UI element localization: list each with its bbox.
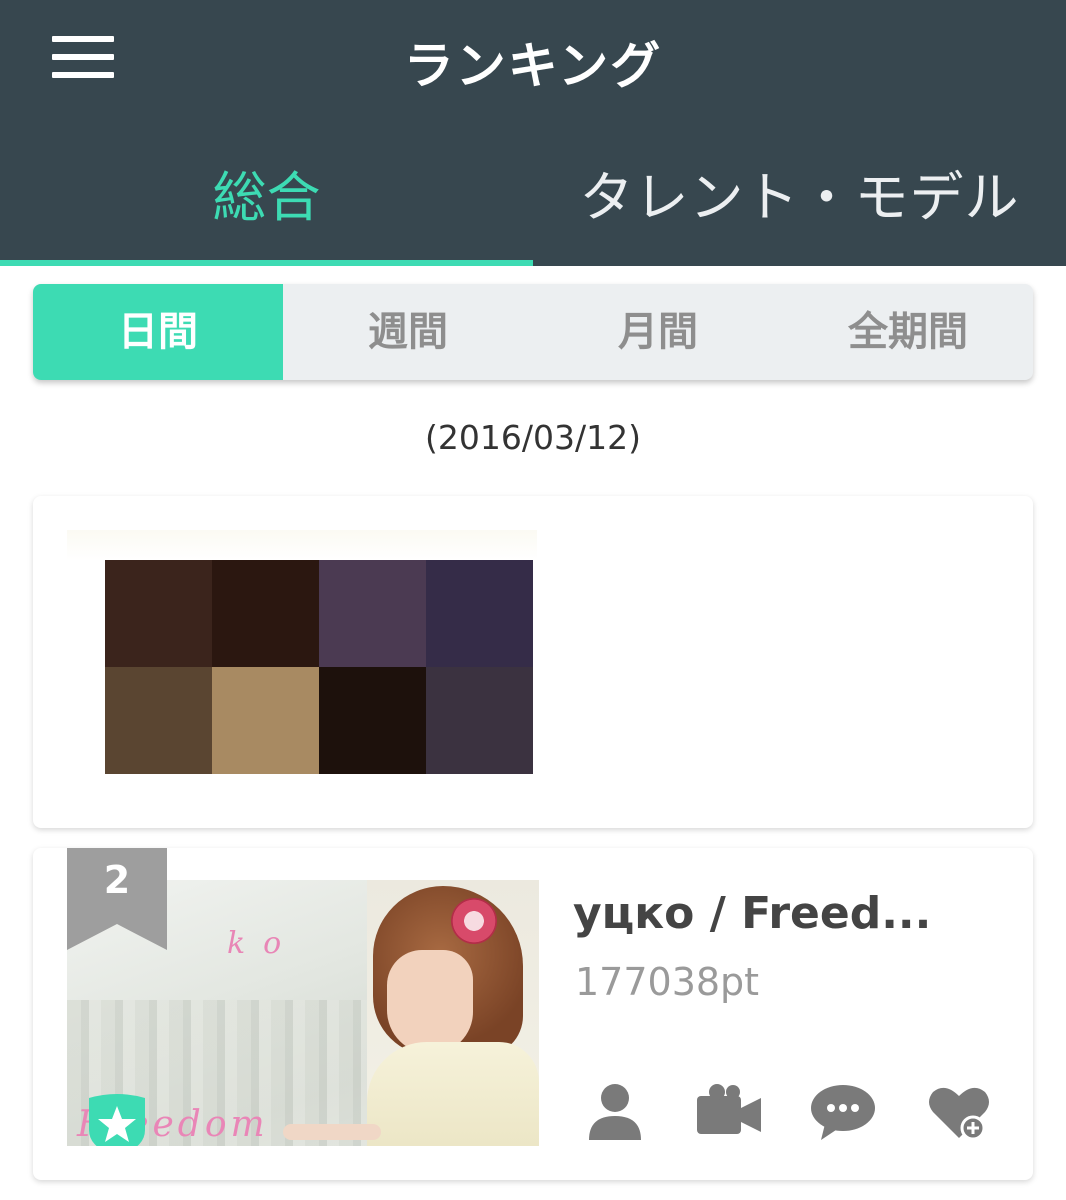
star-icon — [83, 1090, 151, 1146]
rank-ribbon: 2 — [67, 848, 167, 950]
mosaic-tile — [319, 667, 426, 774]
page-title: ランキング — [403, 37, 663, 95]
comment-icon[interactable] — [809, 1082, 877, 1142]
ranking-card-rank-2[interactable]: ko Freedom 2 уцко / Freed... 177038pt — [33, 848, 1033, 1180]
video-icon[interactable] — [695, 1082, 763, 1142]
ranking-card-rank-1[interactable] — [33, 496, 1033, 828]
profile-icon[interactable] — [581, 1082, 649, 1142]
tab-overall[interactable]: 総合 — [0, 160, 533, 236]
performer-points: 177038pt — [575, 960, 760, 1004]
mosaic-tile — [319, 560, 426, 667]
period-monthly[interactable]: 月間 — [533, 284, 783, 380]
mosaic-tile — [212, 560, 319, 667]
ranking-date: (2016/03/12) — [425, 418, 641, 457]
active-tab-indicator — [0, 260, 533, 266]
thumbnail-text-top: ko — [227, 926, 300, 961]
mosaic-thumbnail[interactable] — [105, 560, 533, 774]
period-all-time[interactable]: 全期間 — [783, 284, 1033, 380]
mosaic-tile — [105, 560, 212, 667]
favorite-add-icon[interactable] — [925, 1082, 993, 1142]
thumbnail-placeholder — [67, 530, 537, 560]
mosaic-tile — [426, 560, 533, 667]
mosaic-tile — [105, 667, 212, 774]
app-header: ランキング 総合 タレント・モデル — [0, 0, 1066, 266]
period-selector: 日間 週間 月間 全期間 — [33, 284, 1033, 380]
performer-name[interactable]: уцко / Freed... — [573, 888, 1013, 939]
action-bar — [581, 1082, 1001, 1142]
period-daily[interactable]: 日間 — [33, 284, 283, 380]
mosaic-tile — [426, 667, 533, 774]
rank-number: 2 — [103, 858, 131, 902]
mosaic-tile — [212, 667, 319, 774]
period-weekly[interactable]: 週間 — [283, 284, 533, 380]
tab-talent-model[interactable]: タレント・モデル — [533, 160, 1066, 236]
